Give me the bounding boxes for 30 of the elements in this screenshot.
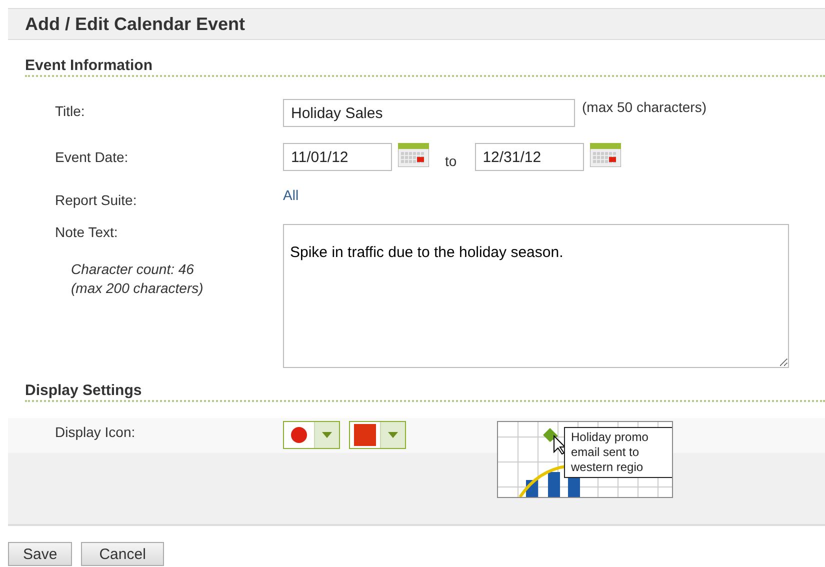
title-field[interactable]: Holiday Sales: [283, 99, 575, 127]
calendar-icon[interactable]: [398, 143, 429, 167]
icon-picker[interactable]: [349, 421, 406, 449]
icon-picker[interactable]: [283, 421, 340, 449]
tooltip-text: email sent to: [571, 445, 640, 460]
report-suite-link[interactable]: All: [283, 187, 299, 203]
caret-icon: [388, 432, 398, 438]
start-date-field[interactable]: 11/01/12: [283, 143, 392, 171]
field-label: Display Icon:: [55, 423, 136, 440]
end-date-field[interactable]: 12/31/12: [474, 143, 584, 171]
cancel-button[interactable]: Cancel: [81, 542, 164, 566]
tooltip-text: Holiday promo: [571, 430, 650, 445]
date-separator: to: [445, 153, 457, 169]
save-button[interactable]: Save: [8, 542, 72, 566]
field-label: Event Date:: [55, 148, 130, 165]
field-label: Title:: [55, 102, 86, 119]
field-hint: (max 50 characters): [582, 99, 706, 115]
section-heading: Event Information: [25, 57, 153, 75]
character-count: Character count: 46: [71, 260, 195, 279]
character-limit: (max 200 characters): [71, 279, 204, 298]
calendar-icon[interactable]: [590, 143, 621, 167]
section-heading: Display Settings: [25, 382, 142, 400]
field-label: Report Suite:: [55, 191, 138, 208]
page-title: Add / Edit Calendar Event: [25, 14, 246, 34]
note-text-field[interactable]: Spike in traffic due to the holiday season.: [283, 224, 789, 368]
tooltip-text: western regio: [571, 460, 644, 475]
chart-bar: [548, 472, 560, 497]
field-label: Note Text:: [55, 224, 119, 240]
diamond-marker: [543, 428, 558, 442]
caret-icon: [322, 432, 332, 438]
